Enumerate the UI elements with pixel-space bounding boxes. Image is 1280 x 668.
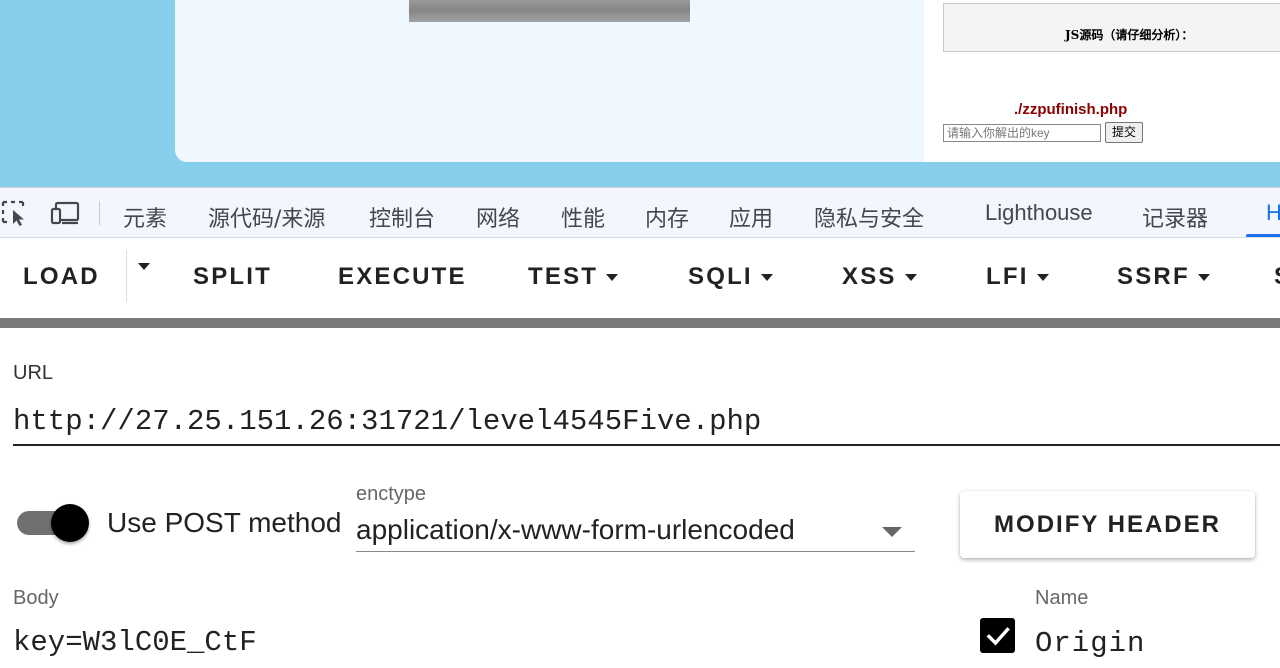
inspect-element-icon[interactable] (0, 199, 30, 227)
toolbar-divider (0, 318, 1280, 328)
tab-console[interactable]: 控制台 (369, 201, 435, 233)
body-input[interactable]: key=W3lC0E_CtF (13, 626, 257, 659)
ssrf-label: SSRF (1117, 263, 1190, 290)
tab-recorder[interactable]: 记录器 (1142, 201, 1208, 233)
chevron-down-icon (882, 527, 902, 537)
chevron-down-icon (1197, 273, 1210, 281)
webpage-viewport: JS源码（请仔细分析）： ./zzpufinish.php 提交 (0, 0, 1280, 187)
sqli-menu-button[interactable]: SQLI (688, 263, 773, 291)
js-source-title: JS源码（请仔细分析）： (1065, 28, 1194, 42)
enctype-select[interactable]: application/x-www-form-urlencoded (356, 510, 915, 552)
tab-elements[interactable]: 元素 (123, 201, 167, 233)
header-name-input[interactable]: Origin (1035, 627, 1145, 660)
test-label: TEST (528, 263, 599, 290)
ssrf-menu-button[interactable]: SSRF (1117, 263, 1210, 291)
toolbar-separator (99, 201, 100, 225)
chevron-down-icon (904, 273, 917, 281)
body-label: Body (13, 587, 59, 609)
url-label: URL (13, 362, 54, 384)
split-button[interactable]: SPLIT (193, 263, 272, 291)
sqli-label: SQLI (688, 263, 753, 290)
tab-privacy-security[interactable]: 隐私与安全 (814, 201, 924, 233)
header-enabled-checkbox[interactable] (980, 618, 1015, 653)
tab-lighthouse[interactable]: Lighthouse (985, 200, 1093, 226)
xss-label: XSS (842, 263, 897, 290)
checkmark-icon (986, 626, 1010, 645)
chevron-down-icon (138, 263, 150, 270)
post-method-toggle[interactable] (17, 504, 89, 544)
post-method-label: Use POST method (107, 507, 342, 538)
submit-button[interactable]: 提交 (1105, 122, 1143, 143)
chevron-down-icon (1036, 273, 1049, 281)
tab-application[interactable]: 应用 (729, 201, 773, 233)
load-dropdown-button[interactable] (130, 263, 150, 270)
more-label: S (1274, 263, 1280, 291)
lfi-label: LFI (986, 263, 1029, 290)
header-name-label: Name (1035, 587, 1089, 609)
lfi-menu-button[interactable]: LFI (986, 263, 1049, 291)
test-menu-button[interactable]: TEST (528, 263, 619, 291)
page-image (409, 0, 690, 22)
load-divider (126, 250, 127, 302)
xss-menu-button[interactable]: XSS (842, 263, 917, 291)
active-tab-indicator (1246, 234, 1280, 237)
split-label: SPLIT (193, 263, 273, 290)
execute-button[interactable]: EXECUTE (338, 263, 467, 291)
toggle-knob (51, 504, 89, 542)
device-toolbar-icon[interactable] (50, 199, 82, 227)
modify-header-button[interactable]: MODIFY HEADER (960, 491, 1255, 558)
chevron-down-icon (606, 273, 619, 281)
more-menu-button[interactable]: S (1274, 263, 1280, 291)
tab-memory[interactable]: 内存 (645, 201, 689, 233)
load-label: LOAD (23, 263, 100, 290)
finish-link[interactable]: ./zzpufinish.php (1014, 101, 1127, 118)
tab-network[interactable]: 网络 (476, 201, 520, 233)
enctype-label: enctype (356, 483, 427, 505)
load-button[interactable]: LOAD (23, 263, 100, 291)
devtools-tab-bar: 元素 源代码/来源 控制台 网络 性能 内存 应用 隐私与安全 Lighthou… (0, 187, 1280, 238)
url-input[interactable] (13, 398, 1280, 446)
key-input[interactable] (943, 124, 1101, 142)
chevron-down-icon (760, 273, 773, 281)
tab-sources[interactable]: 源代码/来源 (208, 201, 325, 233)
tab-performance[interactable]: 性能 (561, 201, 605, 233)
enctype-value: application/x-www-form-urlencoded (356, 514, 795, 545)
tab-hackbar[interactable]: H (1266, 200, 1280, 226)
hackbar-toolbar: LOAD SPLIT EXECUTE TEST SQLI XSS LFI SSR… (0, 238, 1280, 318)
execute-label: EXECUTE (338, 263, 467, 290)
